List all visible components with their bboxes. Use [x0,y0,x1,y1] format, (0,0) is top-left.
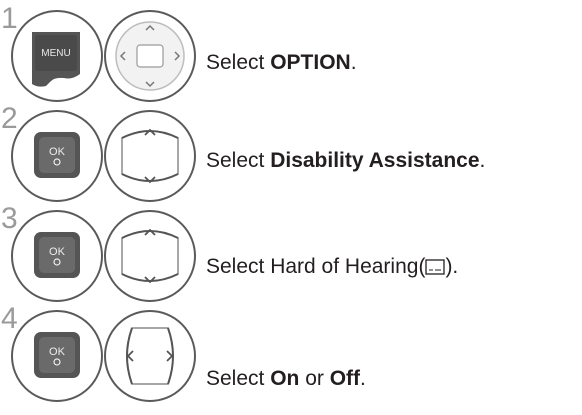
step-1: 1 MENU Select OPTION. [0,4,582,108]
step-1-icons: MENU [10,8,198,108]
navigation-left-right-icon [104,310,196,402]
step-3-instruction: Select Hard of Hearing(). [206,254,458,282]
step-4-instruction: Select On or Off. [206,367,366,390]
disability-assistance-label: Disability Assistance [270,149,480,172]
closed-caption-icon [425,256,446,282]
svg-text:OK: OK [49,246,66,258]
step-3-icons: OK [10,208,198,308]
step-2: 2 OK Select Disability Assistance. [0,104,582,208]
ok-button-icon: OK [11,110,103,202]
ok-button-icon: OK [11,310,103,402]
option-menu-label: OPTION [270,51,351,74]
navigation-up-down-icon [104,210,196,302]
off-label: Off [329,367,361,390]
navigation-up-down-icon [104,110,196,202]
navigation-dpad-center-icon [104,10,196,102]
on-label: On [270,367,300,390]
ok-button-icon: OK [11,210,103,302]
step-4-icons: OK [10,308,198,408]
menu-button-icon: MENU [11,10,103,102]
svg-text:MENU: MENU [41,48,70,59]
step-2-instruction: Select Disability Assistance. [206,149,486,172]
step-2-icons: OK [10,108,198,208]
svg-text:OK: OK [49,146,66,158]
step-1-instruction: Select OPTION. [206,51,357,74]
step-3: 3 OK Select Hard of Hearing(). [0,204,582,308]
svg-text:OK: OK [49,346,66,358]
step-4: 4 OK Select On or Off. [0,304,582,408]
